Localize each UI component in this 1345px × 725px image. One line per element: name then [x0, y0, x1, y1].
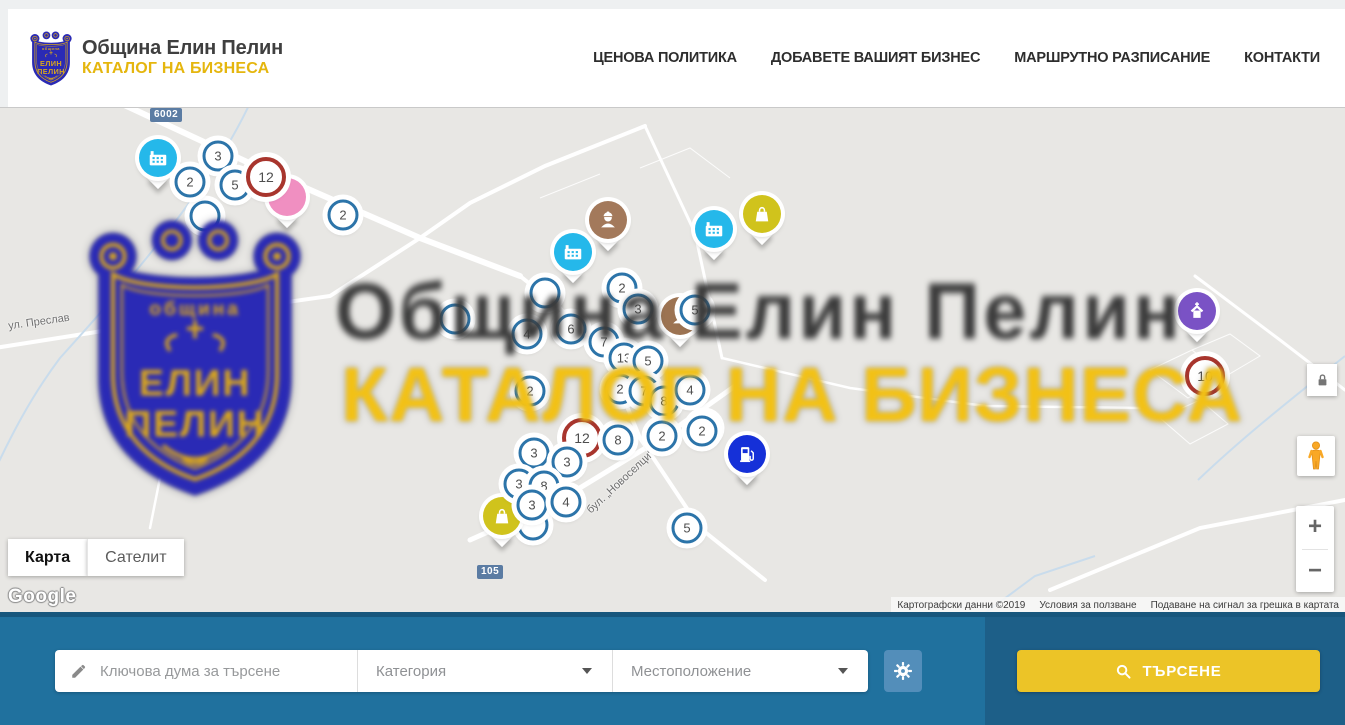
- bag-icon: [483, 497, 521, 535]
- cluster-marker[interactable]: 2: [647, 421, 678, 452]
- cluster-marker[interactable]: 8: [603, 425, 634, 456]
- worker-pin[interactable]: [589, 201, 627, 239]
- nav-item-4[interactable]: КОНТАКТИ: [1244, 50, 1320, 66]
- zoom-control: + −: [1296, 506, 1334, 592]
- gear-icon: [892, 660, 914, 682]
- keyword-field-wrap: [55, 650, 357, 692]
- keyword-search-input[interactable]: [100, 663, 347, 680]
- factory-pin[interactable]: [695, 210, 733, 248]
- cluster-marker[interactable]: 2: [687, 416, 718, 447]
- marker-layer: 6002105ул. Преславбул. „Новоселци“ци“325…: [0, 108, 1345, 612]
- church-icon: [1178, 292, 1216, 330]
- bag-pin[interactable]: [483, 497, 521, 535]
- pencil-icon: [70, 662, 88, 680]
- factory-icon: [554, 233, 592, 271]
- brand-text: Община Елин Пелин КАТАЛОГ НА БИЗНЕСА: [82, 37, 283, 78]
- cluster-marker[interactable]: 12: [246, 157, 286, 197]
- fuel-icon: [728, 435, 766, 473]
- cluster-marker[interactable]: 2: [175, 167, 206, 198]
- advanced-settings-button[interactable]: [884, 650, 922, 692]
- search-fields: Категория Местоположение: [55, 650, 868, 692]
- cluster-marker[interactable]: [190, 201, 221, 232]
- header: община ЕЛИН ПЕЛИН Община Елин Пелин КАТА…: [8, 9, 1345, 107]
- pegman-button[interactable]: [1297, 436, 1335, 476]
- zoom-in-button[interactable]: +: [1296, 506, 1334, 549]
- nav-item-2[interactable]: ДОБАВЕТЕ ВАШИЯТ БИЗНЕС: [771, 50, 980, 66]
- cluster-marker[interactable]: 2: [515, 376, 546, 407]
- church-pin[interactable]: [1178, 292, 1216, 330]
- nav-item-3[interactable]: МАРШРУТНО РАЗПИСАНИЕ: [1014, 50, 1210, 66]
- fuel-pin[interactable]: [728, 435, 766, 473]
- worker-icon: [589, 201, 627, 239]
- street-label-1: ул. Преслав: [7, 312, 70, 332]
- map-type-satellite-button[interactable]: Сателит: [87, 539, 183, 576]
- cluster-marker[interactable]: 4: [675, 375, 706, 406]
- nav-item-1[interactable]: ЦЕНОВА ПОЛИТИКА: [593, 50, 737, 66]
- map-attribution: Картографски данни ©2019 Условия за ползв…: [891, 597, 1345, 612]
- search-icon: [1115, 663, 1132, 680]
- attribution-link[interactable]: Условия за ползване: [1039, 600, 1136, 611]
- cluster-marker[interactable]: 3: [623, 294, 654, 325]
- crest-region-text: община: [42, 47, 60, 51]
- attribution-copyright: Картографски данни ©2019: [897, 600, 1025, 611]
- road-label-6002: 6002: [150, 108, 182, 122]
- factory-pin[interactable]: [554, 233, 592, 271]
- factory-icon: [139, 139, 177, 177]
- cluster-marker[interactable]: [440, 304, 471, 335]
- cluster-marker[interactable]: [530, 278, 561, 309]
- road-label-105: 105: [477, 565, 503, 579]
- street-label-2: бул. „Новоселци“: [585, 448, 657, 516]
- crest-name-line1: ЕЛИН: [40, 58, 62, 67]
- bag-pin[interactable]: [743, 195, 781, 233]
- lock-icon: [1314, 371, 1331, 389]
- location-select[interactable]: Местоположение: [612, 650, 868, 692]
- google-logo[interactable]: Google: [8, 586, 76, 608]
- cluster-marker[interactable]: 2: [328, 200, 359, 231]
- search-bar: Категория Местоположение: [0, 612, 1345, 725]
- location-select-label: Местоположение: [631, 663, 751, 680]
- factory-icon: [695, 210, 733, 248]
- cluster-marker[interactable]: 4: [512, 319, 543, 350]
- site-title: Община Елин Пелин: [82, 37, 283, 60]
- map-type-map-button[interactable]: Карта: [8, 539, 87, 576]
- pegman-icon: [1306, 441, 1326, 471]
- cluster-marker[interactable]: 3: [203, 141, 234, 172]
- attribution-link[interactable]: Подаване на сигнал за грешка в картата: [1151, 600, 1339, 611]
- lock-button[interactable]: [1307, 364, 1337, 396]
- site-subtitle: КАТАЛОГ НА БИЗНЕСА: [82, 60, 283, 78]
- cluster-marker[interactable]: 3: [552, 447, 583, 478]
- cluster-marker[interactable]: 3: [517, 490, 548, 521]
- cluster-marker[interactable]: 5: [633, 346, 664, 377]
- search-button[interactable]: ТЪРСЕНЕ: [1017, 650, 1320, 692]
- search-bar-top-strip: [0, 612, 1345, 617]
- map-type-control: Карта Сателит: [8, 539, 184, 576]
- bag-icon: [743, 195, 781, 233]
- chevron-down-icon: [582, 668, 592, 674]
- category-select-label: Категория: [376, 663, 446, 680]
- cluster-marker[interactable]: 6: [556, 314, 587, 345]
- factory-pin[interactable]: [139, 139, 177, 177]
- cluster-marker[interactable]: 5: [680, 295, 711, 326]
- cluster-marker[interactable]: 3: [519, 438, 550, 469]
- map-canvas[interactable]: 6002105ул. Преславбул. „Новоселци“ци“325…: [0, 107, 1345, 612]
- search-button-label: ТЪРСЕНЕ: [1142, 663, 1221, 680]
- category-select[interactable]: Категория: [357, 650, 612, 692]
- cluster-marker[interactable]: 4: [551, 487, 582, 518]
- main-nav: ЦЕНОВА ПОЛИТИКА ДОБАВЕТЕ ВАШИЯТ БИЗНЕС МАР…: [593, 50, 1320, 66]
- cluster-marker[interactable]: 5: [672, 513, 703, 544]
- crest-name-line2: ПЕЛИН: [37, 66, 65, 75]
- page: община ЕЛИН ПЕЛИН Община Елин Пелин КАТА…: [0, 0, 1345, 725]
- zoom-out-button[interactable]: −: [1296, 550, 1334, 593]
- chevron-down-icon: [838, 668, 848, 674]
- municipality-crest-icon: община ЕЛИН ПЕЛИН: [30, 30, 72, 87]
- brand-logo[interactable]: община ЕЛИН ПЕЛИН Община Елин Пелин КАТА…: [30, 30, 283, 87]
- cluster-marker[interactable]: 10: [1185, 356, 1225, 396]
